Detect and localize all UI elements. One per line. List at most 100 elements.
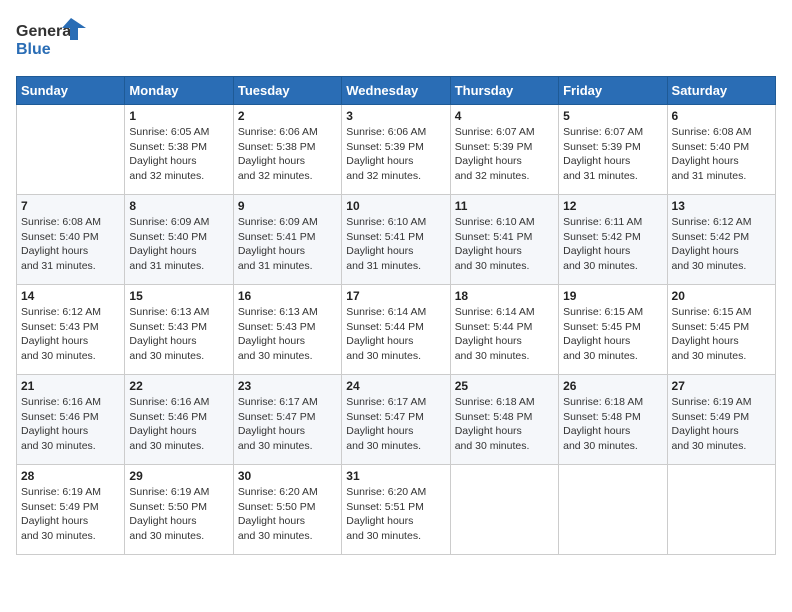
day-info: Sunrise: 6:19 AMSunset: 5:49 PMDaylight … <box>672 395 771 454</box>
day-number: 14 <box>21 289 120 303</box>
calendar-week-row: 28Sunrise: 6:19 AMSunset: 5:49 PMDayligh… <box>17 465 776 555</box>
day-info: Sunrise: 6:15 AMSunset: 5:45 PMDaylight … <box>672 305 771 364</box>
day-info: Sunrise: 6:10 AMSunset: 5:41 PMDaylight … <box>346 215 445 274</box>
day-info: Sunrise: 6:09 AMSunset: 5:40 PMDaylight … <box>129 215 228 274</box>
day-number: 19 <box>563 289 662 303</box>
day-info: Sunrise: 6:12 AMSunset: 5:42 PMDaylight … <box>672 215 771 274</box>
day-number: 29 <box>129 469 228 483</box>
calendar-cell: 11 Sunrise: 6:10 AMSunset: 5:41 PMDayligh… <box>450 195 558 285</box>
calendar-cell: 3 Sunrise: 6:06 AMSunset: 5:39 PMDaylight… <box>342 105 450 195</box>
calendar-cell: 1 Sunrise: 6:05 AMSunset: 5:38 PMDaylight… <box>125 105 233 195</box>
calendar-cell: 28Sunrise: 6:19 AMSunset: 5:49 PMDayligh… <box>17 465 125 555</box>
day-info: Sunrise: 6:07 AMSunset: 5:39 PMDaylight … <box>455 125 554 184</box>
day-info: Sunrise: 6:20 AMSunset: 5:51 PMDaylight … <box>346 485 445 544</box>
day-info: Sunrise: 6:14 AMSunset: 5:44 PMDaylight … <box>346 305 445 364</box>
day-number: 23 <box>238 379 337 393</box>
col-header-wednesday: Wednesday <box>342 77 450 105</box>
day-number: 30 <box>238 469 337 483</box>
calendar-cell: 10 Sunrise: 6:10 AMSunset: 5:41 PMDayligh… <box>342 195 450 285</box>
day-info: Sunrise: 6:17 AMSunset: 5:47 PMDaylight … <box>346 395 445 454</box>
day-number: 5 <box>563 109 662 123</box>
calendar-cell: 26 Sunrise: 6:18 AMSunset: 5:48 PMDayligh… <box>559 375 667 465</box>
day-number: 21 <box>21 379 120 393</box>
day-number: 25 <box>455 379 554 393</box>
day-info: Sunrise: 6:20 AMSunset: 5:50 PMDaylight … <box>238 485 337 544</box>
day-info: Sunrise: 6:06 AMSunset: 5:38 PMDaylight … <box>238 125 337 184</box>
day-info: Sunrise: 6:09 AMSunset: 5:41 PMDaylight … <box>238 215 337 274</box>
calendar-cell: 18 Sunrise: 6:14 AMSunset: 5:44 PMDayligh… <box>450 285 558 375</box>
calendar-cell: 2 Sunrise: 6:06 AMSunset: 5:38 PMDaylight… <box>233 105 341 195</box>
svg-text:Blue: Blue <box>16 41 51 58</box>
day-number: 20 <box>672 289 771 303</box>
calendar-cell: 9 Sunrise: 6:09 AMSunset: 5:41 PMDaylight… <box>233 195 341 285</box>
calendar-table: SundayMondayTuesdayWednesdayThursdayFrid… <box>16 76 776 555</box>
day-info: Sunrise: 6:08 AMSunset: 5:40 PMDaylight … <box>21 215 120 274</box>
day-number: 9 <box>238 199 337 213</box>
calendar-cell <box>667 465 775 555</box>
day-info: Sunrise: 6:19 AMSunset: 5:49 PMDaylight … <box>21 485 120 544</box>
day-info: Sunrise: 6:13 AMSunset: 5:43 PMDaylight … <box>238 305 337 364</box>
calendar-cell: 25 Sunrise: 6:18 AMSunset: 5:48 PMDayligh… <box>450 375 558 465</box>
calendar-week-row: 1 Sunrise: 6:05 AMSunset: 5:38 PMDaylight… <box>17 105 776 195</box>
calendar-cell: 30 Sunrise: 6:20 AMSunset: 5:50 PMDayligh… <box>233 465 341 555</box>
day-info: Sunrise: 6:11 AMSunset: 5:42 PMDaylight … <box>563 215 662 274</box>
calendar-cell: 16Sunrise: 6:13 AMSunset: 5:43 PMDayligh… <box>233 285 341 375</box>
day-number: 3 <box>346 109 445 123</box>
day-number: 2 <box>238 109 337 123</box>
day-number: 27 <box>672 379 771 393</box>
day-info: Sunrise: 6:10 AMSunset: 5:41 PMDaylight … <box>455 215 554 274</box>
logo: GeneralBlue <box>16 16 86 66</box>
day-number: 1 <box>129 109 228 123</box>
day-info: Sunrise: 6:13 AMSunset: 5:43 PMDaylight … <box>129 305 228 364</box>
day-info: Sunrise: 6:16 AMSunset: 5:46 PMDaylight … <box>129 395 228 454</box>
day-number: 10 <box>346 199 445 213</box>
calendar-cell: 19Sunrise: 6:15 AMSunset: 5:45 PMDayligh… <box>559 285 667 375</box>
calendar-cell: 24Sunrise: 6:17 AMSunset: 5:47 PMDayligh… <box>342 375 450 465</box>
day-info: Sunrise: 6:07 AMSunset: 5:39 PMDaylight … <box>563 125 662 184</box>
calendar-cell: 8Sunrise: 6:09 AMSunset: 5:40 PMDaylight… <box>125 195 233 285</box>
day-number: 12 <box>563 199 662 213</box>
logo-icon: GeneralBlue <box>16 16 86 66</box>
calendar-cell: 6Sunrise: 6:08 AMSunset: 5:40 PMDaylight… <box>667 105 775 195</box>
calendar-cell <box>17 105 125 195</box>
day-info: Sunrise: 6:18 AMSunset: 5:48 PMDaylight … <box>563 395 662 454</box>
day-info: Sunrise: 6:06 AMSunset: 5:39 PMDaylight … <box>346 125 445 184</box>
day-info: Sunrise: 6:05 AMSunset: 5:38 PMDaylight … <box>129 125 228 184</box>
day-number: 18 <box>455 289 554 303</box>
calendar-week-row: 14Sunrise: 6:12 AMSunset: 5:43 PMDayligh… <box>17 285 776 375</box>
col-header-friday: Friday <box>559 77 667 105</box>
calendar-cell: 29 Sunrise: 6:19 AMSunset: 5:50 PMDayligh… <box>125 465 233 555</box>
calendar-cell: 27 Sunrise: 6:19 AMSunset: 5:49 PMDayligh… <box>667 375 775 465</box>
col-header-sunday: Sunday <box>17 77 125 105</box>
day-number: 22 <box>129 379 228 393</box>
day-number: 11 <box>455 199 554 213</box>
calendar-cell: 31 Sunrise: 6:20 AMSunset: 5:51 PMDayligh… <box>342 465 450 555</box>
day-info: Sunrise: 6:16 AMSunset: 5:46 PMDaylight … <box>21 395 120 454</box>
day-info: Sunrise: 6:18 AMSunset: 5:48 PMDaylight … <box>455 395 554 454</box>
calendar-cell: 21 Sunrise: 6:16 AMSunset: 5:46 PMDayligh… <box>17 375 125 465</box>
calendar-cell: 4Sunrise: 6:07 AMSunset: 5:39 PMDaylight… <box>450 105 558 195</box>
calendar-cell <box>450 465 558 555</box>
day-number: 15 <box>129 289 228 303</box>
col-header-monday: Monday <box>125 77 233 105</box>
day-number: 26 <box>563 379 662 393</box>
col-header-tuesday: Tuesday <box>233 77 341 105</box>
calendar-cell: 5 Sunrise: 6:07 AMSunset: 5:39 PMDaylight… <box>559 105 667 195</box>
calendar-cell: 12 Sunrise: 6:11 AMSunset: 5:42 PMDayligh… <box>559 195 667 285</box>
day-info: Sunrise: 6:14 AMSunset: 5:44 PMDaylight … <box>455 305 554 364</box>
calendar-cell: 23Sunrise: 6:17 AMSunset: 5:47 PMDayligh… <box>233 375 341 465</box>
calendar-cell: 22 Sunrise: 6:16 AMSunset: 5:46 PMDayligh… <box>125 375 233 465</box>
calendar-week-row: 21 Sunrise: 6:16 AMSunset: 5:46 PMDayligh… <box>17 375 776 465</box>
day-number: 31 <box>346 469 445 483</box>
calendar-cell: 14Sunrise: 6:12 AMSunset: 5:43 PMDayligh… <box>17 285 125 375</box>
day-number: 17 <box>346 289 445 303</box>
day-number: 6 <box>672 109 771 123</box>
calendar-cell: 7Sunrise: 6:08 AMSunset: 5:40 PMDaylight… <box>17 195 125 285</box>
calendar-header-row: SundayMondayTuesdayWednesdayThursdayFrid… <box>17 77 776 105</box>
calendar-week-row: 7Sunrise: 6:08 AMSunset: 5:40 PMDaylight… <box>17 195 776 285</box>
day-info: Sunrise: 6:19 AMSunset: 5:50 PMDaylight … <box>129 485 228 544</box>
calendar-cell: 20 Sunrise: 6:15 AMSunset: 5:45 PMDayligh… <box>667 285 775 375</box>
page-header: GeneralBlue <box>16 16 776 66</box>
col-header-saturday: Saturday <box>667 77 775 105</box>
calendar-cell: 17 Sunrise: 6:14 AMSunset: 5:44 PMDayligh… <box>342 285 450 375</box>
